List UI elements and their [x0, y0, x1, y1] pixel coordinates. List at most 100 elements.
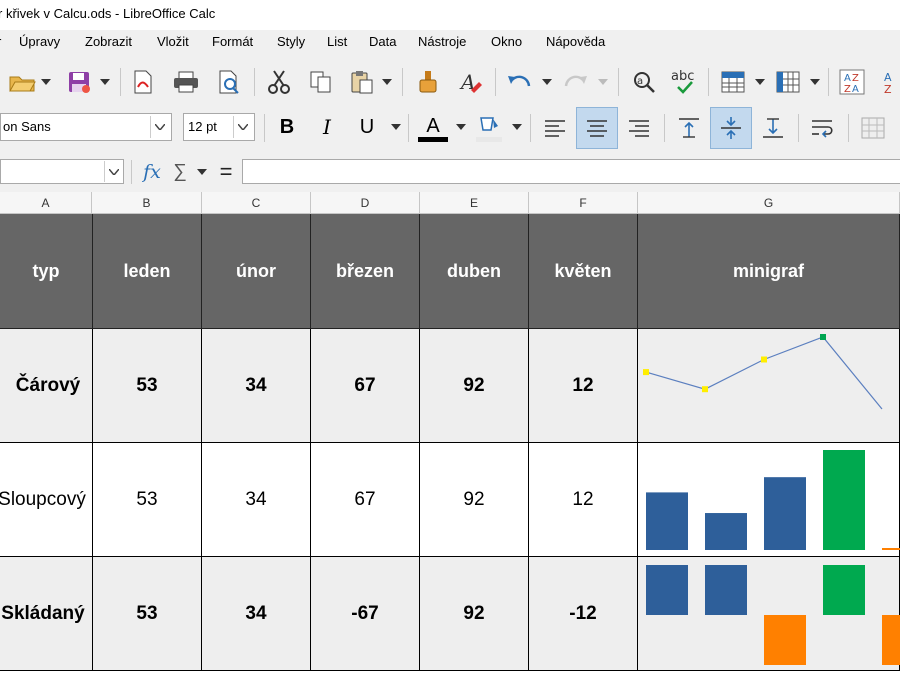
- function-wizard-button[interactable]: fx: [140, 158, 164, 186]
- sum-button[interactable]: ∑: [170, 158, 190, 186]
- formula-input[interactable]: [242, 159, 900, 184]
- header-cell-typ[interactable]: typ: [0, 214, 93, 329]
- table-cell[interactable]: 67: [311, 443, 420, 557]
- header-cell-leden[interactable]: leden: [93, 214, 202, 329]
- clear-formatting-icon[interactable]: A: [455, 68, 487, 96]
- column-dropdown-chevron-down-icon[interactable]: [808, 70, 822, 94]
- align-center-icon[interactable]: [576, 107, 618, 149]
- row-label-skladany[interactable]: Skládaný: [0, 557, 93, 671]
- column-header-a[interactable]: A: [0, 192, 92, 214]
- sort-ascending-icon[interactable]: AZ: [878, 68, 900, 96]
- sort-icon[interactable]: AZZA: [836, 68, 868, 96]
- menu-window[interactable]: Okno: [491, 34, 522, 49]
- sparkline-cell-column[interactable]: [638, 443, 900, 557]
- copy-icon[interactable]: [305, 68, 337, 96]
- print-preview-icon[interactable]: [213, 68, 245, 96]
- redo-dropdown-chevron-down-icon[interactable]: [596, 70, 610, 94]
- menu-format[interactable]: Formát: [212, 34, 253, 49]
- sparkline-cell-line[interactable]: [638, 329, 900, 443]
- table-cell[interactable]: 92: [420, 443, 529, 557]
- font-color-dropdown-chevron-down-icon[interactable]: [454, 116, 468, 138]
- column-header-b[interactable]: B: [92, 192, 202, 214]
- formula-button[interactable]: =: [214, 158, 238, 186]
- align-bottom-icon[interactable]: [756, 112, 790, 144]
- header-cell-duben[interactable]: duben: [420, 214, 529, 329]
- export-pdf-icon[interactable]: [128, 68, 158, 96]
- font-name-chevron-down-icon[interactable]: [150, 116, 169, 138]
- menu-sheet[interactable]: List: [327, 34, 347, 49]
- row-icon[interactable]: [717, 68, 749, 96]
- align-left-icon[interactable]: [538, 112, 572, 144]
- open-folder-icon[interactable]: [6, 68, 38, 96]
- align-top-icon[interactable]: [672, 112, 706, 144]
- table-cell[interactable]: 92: [420, 329, 529, 443]
- table-cell[interactable]: 53: [93, 557, 202, 671]
- highlighting-color-icon[interactable]: [472, 112, 506, 144]
- menu-tools[interactable]: Nástroje: [418, 34, 466, 49]
- center-vertically-icon[interactable]: [710, 107, 752, 149]
- print-icon[interactable]: [170, 68, 202, 96]
- paste-dropdown-chevron-down-icon[interactable]: [380, 70, 394, 94]
- column-header-d[interactable]: D: [311, 192, 420, 214]
- italic-button[interactable]: I: [312, 112, 342, 142]
- row-dropdown-chevron-down-icon[interactable]: [753, 70, 767, 94]
- menu-view[interactable]: Zobrazit: [85, 34, 132, 49]
- font-color-button[interactable]: A: [416, 112, 450, 144]
- menu-file-partial[interactable]: r: [0, 34, 1, 49]
- menu-edit[interactable]: Úpravy: [19, 34, 60, 49]
- clone-formatting-icon[interactable]: [412, 68, 444, 96]
- find-replace-icon[interactable]: a: [628, 68, 660, 96]
- merge-cells-icon[interactable]: [856, 112, 890, 144]
- underline-button[interactable]: U: [352, 112, 382, 142]
- font-size-combobox[interactable]: 12 pt: [183, 113, 255, 141]
- column-header-g[interactable]: G: [638, 192, 900, 214]
- cut-icon[interactable]: [263, 68, 295, 96]
- table-cell[interactable]: -67: [311, 557, 420, 671]
- redo-icon[interactable]: [560, 68, 592, 96]
- font-size-chevron-down-icon[interactable]: [233, 116, 252, 138]
- header-cell-kveten[interactable]: květen: [529, 214, 638, 329]
- name-box[interactable]: [0, 159, 124, 184]
- formula-bar: fx ∑ =: [0, 152, 900, 192]
- menu-data[interactable]: Data: [369, 34, 396, 49]
- highlighting-dropdown-chevron-down-icon[interactable]: [510, 116, 524, 138]
- undo-dropdown-chevron-down-icon[interactable]: [540, 70, 554, 94]
- save-dropdown-chevron-down-icon[interactable]: [98, 70, 112, 94]
- row-label-sloupcovy[interactable]: Sloupcový: [0, 443, 93, 557]
- table-cell[interactable]: 92: [420, 557, 529, 671]
- menu-styles[interactable]: Styly: [277, 34, 305, 49]
- undo-icon[interactable]: [503, 68, 535, 96]
- open-dropdown-chevron-down-icon[interactable]: [39, 70, 53, 94]
- row-label-carovy[interactable]: Čárový: [0, 329, 93, 443]
- table-cell[interactable]: 34: [202, 557, 311, 671]
- table-cell[interactable]: 53: [93, 329, 202, 443]
- menu-insert[interactable]: Vložit: [157, 34, 189, 49]
- column-icon[interactable]: [772, 68, 804, 96]
- menu-help[interactable]: Nápověda: [546, 34, 605, 49]
- sparkline-cell-stacked[interactable]: [638, 557, 900, 671]
- paste-icon[interactable]: [346, 68, 378, 96]
- font-name-combobox[interactable]: on Sans: [0, 113, 172, 141]
- sum-dropdown-chevron-down-icon[interactable]: [196, 164, 208, 180]
- column-header-f[interactable]: F: [529, 192, 638, 214]
- table-cell[interactable]: 67: [311, 329, 420, 443]
- table-cell[interactable]: 34: [202, 329, 311, 443]
- underline-dropdown-chevron-down-icon[interactable]: [389, 116, 403, 138]
- table-cell[interactable]: 53: [93, 443, 202, 557]
- table-cell[interactable]: 34: [202, 443, 311, 557]
- spelling-icon[interactable]: abc: [668, 66, 702, 98]
- save-icon[interactable]: [64, 68, 94, 96]
- header-cell-brezen[interactable]: březen: [311, 214, 420, 329]
- table-cell[interactable]: 12: [529, 329, 638, 443]
- bold-button[interactable]: B: [272, 112, 302, 142]
- toolbar-separator: [708, 68, 709, 96]
- column-header-c[interactable]: C: [202, 192, 311, 214]
- table-cell[interactable]: -12: [529, 557, 638, 671]
- table-cell[interactable]: 12: [529, 443, 638, 557]
- column-header-e[interactable]: E: [420, 192, 529, 214]
- wrap-text-icon[interactable]: [806, 112, 840, 144]
- header-cell-minigraf[interactable]: minigraf: [638, 214, 900, 329]
- align-right-icon[interactable]: [622, 112, 656, 144]
- name-box-chevron-down-icon[interactable]: [104, 161, 122, 182]
- header-cell-unor[interactable]: únor: [202, 214, 311, 329]
